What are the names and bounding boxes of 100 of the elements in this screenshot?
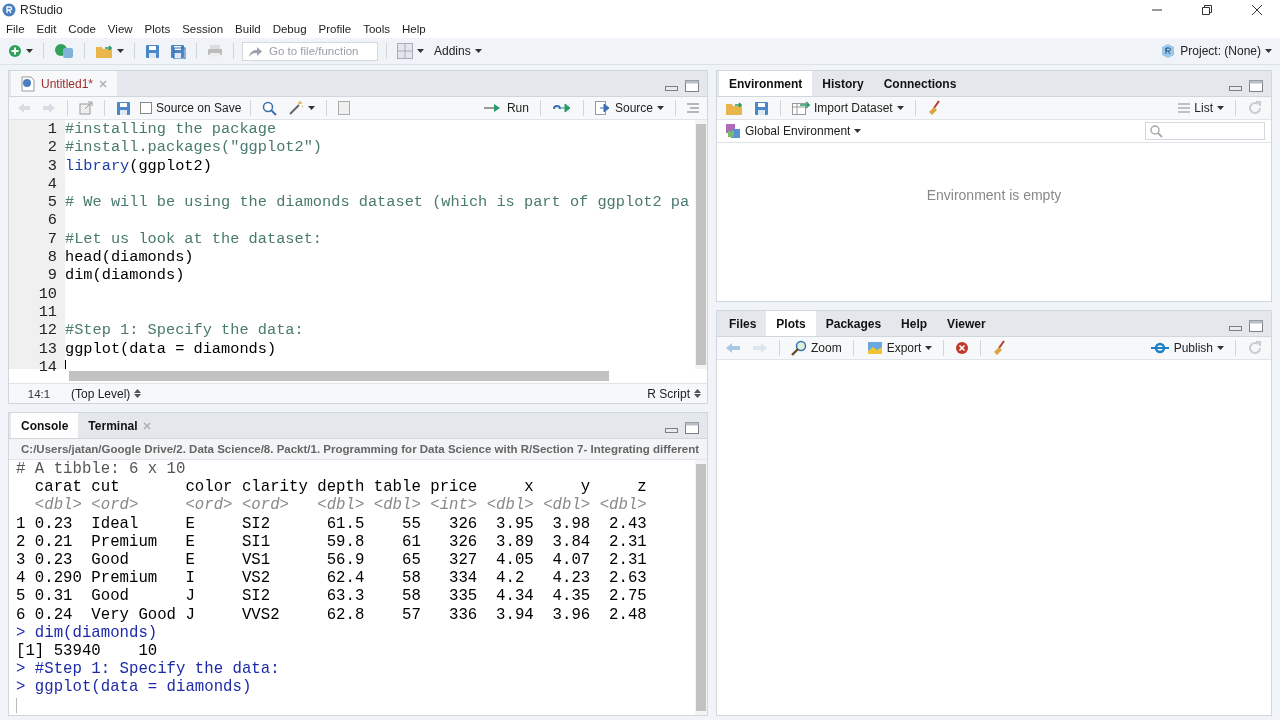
pane-tab[interactable]: Connections [873,71,967,96]
compile-report-button[interactable] [336,101,353,115]
export-button[interactable]: Export [862,341,935,355]
console-line: > dim(diamonds) [16,623,159,642]
run-button[interactable]: Run [480,101,531,115]
console-line: 5 0.31 Good J SI2 63.3 58 335 4.34 4.35 2.75 [16,587,648,606]
line-number: 6 [47,211,57,230]
pane-tab[interactable]: Files [719,311,767,336]
console-line: 6 0.24 Very Good J VVS2 62.8 57 336 3.94 3.96 2.48 [16,605,648,624]
console-line: 1 0.23 Ideal E SI2 61.5 55 326 3.95 3.98 2.43 [16,514,648,533]
scrollbar[interactable] [695,460,707,715]
save-button[interactable] [114,100,133,116]
line-number: 9 [47,266,57,285]
new-project-button[interactable] [52,43,76,59]
pane-tab[interactable]: Viewer [937,311,996,336]
scope-selector[interactable]: (Top Level) [69,386,144,401]
new-file-icon [8,44,22,58]
import-dataset-button[interactable]: Import Dataset [790,101,906,115]
pane-tab[interactable]: Untitled1* [11,71,118,96]
open-file-button[interactable] [93,43,126,59]
search-icon [1150,125,1163,138]
show-in-window-button[interactable] [77,101,95,115]
file-type-selector[interactable]: R Script [645,386,707,401]
menu-item[interactable]: Edit [36,23,57,35]
close-icon[interactable] [99,79,108,88]
save-all-button[interactable] [168,43,188,59]
menu-item[interactable]: Help [402,23,426,35]
window-title: RStudio [20,3,63,17]
line-number: 4 [47,174,57,194]
code-line: # We will be using the diamonds dataset (which is part of ggplot2 pa [65,193,691,212]
menu-item[interactable]: View [107,23,133,35]
console-line: 2 0.21 Premium E SI1 59.8 61 326 3.89 3.84 2.31 [16,532,648,551]
maximize-pane-button[interactable] [683,422,701,434]
publish-icon [1149,341,1170,355]
load-workspace-button[interactable] [723,100,745,116]
search-field[interactable] [1145,122,1265,140]
zoom-button[interactable]: Zoom [789,340,844,356]
view-mode-button[interactable]: List [1176,101,1226,115]
addins-button[interactable]: Addins [432,44,484,58]
pane-layout-button[interactable] [395,43,426,59]
publish-button[interactable]: Publish [1147,341,1226,355]
code-line: ggplot(data = diamonds) [65,339,278,358]
menu-item[interactable]: Plots [144,23,171,35]
scrollbar[interactable] [695,120,707,369]
line-number: 10 [38,284,57,303]
menu-item[interactable]: Session [182,23,224,35]
save-button[interactable] [143,43,162,59]
maximize-pane-button[interactable] [1247,320,1265,332]
source-on-save-checkbox[interactable]: Source on Save [140,101,242,115]
pane-tab[interactable]: Packages [815,311,892,336]
close-icon[interactable] [143,421,152,430]
code-line: library(ggplot2) [65,156,213,175]
up-down-caret-icon [694,389,701,398]
pane-tab[interactable]: Environment [719,71,813,96]
print-icon [207,44,223,58]
source-button[interactable]: Source [592,101,666,115]
refresh-icon [1247,100,1263,116]
load-workspace-icon [725,100,743,116]
console-line: 4 0.290 Premium I VS2 62.4 58 334 4.2 4.23 2.63 [16,569,648,588]
environment-scope-dropdown[interactable]: Global Environment [723,123,864,139]
document-outline-button[interactable] [685,103,701,113]
code-tools-icon [288,100,305,116]
console-line: [1] 53940 10 [16,641,159,661]
pane-tab[interactable]: History [812,71,874,96]
pane-tab[interactable]: Console [11,413,79,438]
line-number: 1 [47,120,57,139]
code-line: dim(diamonds) [65,266,186,285]
project-button[interactable]: Project: (None) [1158,43,1274,59]
pane-tab[interactable]: Terminal [78,413,162,438]
maximize-pane-button[interactable] [683,80,701,92]
menu-item[interactable]: Tools [363,23,390,35]
menu-item[interactable]: Build [235,23,261,35]
pane-tab[interactable]: Plots [766,311,816,336]
menu-item[interactable]: Code [68,23,96,35]
caret-icon [925,346,933,350]
menu-item[interactable]: File [6,23,25,35]
source-icon [594,101,611,115]
save-workspace-icon [754,100,769,116]
maximize-pane-icon [685,422,699,434]
go-to-file-field[interactable]: Go to file/function [242,41,378,61]
caret-icon [308,106,316,110]
show-in-window-icon [79,101,93,115]
save-workspace-button[interactable] [752,100,771,116]
menu-item[interactable]: Profile [318,23,352,35]
restore-icon [1202,5,1212,15]
console-line: 3 0.23 Good E VS1 56.9 65 327 4.05 4.07 2.31 [16,550,648,570]
maximize-pane-button[interactable] [1247,80,1265,92]
close-icon [1252,5,1262,15]
caret-icon [896,106,904,110]
pane-tab[interactable]: Help [891,311,938,336]
caret-icon [1217,106,1224,110]
working-directory-path: C:/Users/jatan/Google Drive/2. Data Science/8. Packt/1. Programming for Data Science with R/Section 7- Integrating different [9,439,707,460]
new-file-button[interactable] [6,44,35,58]
print-button[interactable] [205,44,225,58]
remove-plot-icon [955,341,970,355]
maximize-pane-icon [685,80,699,92]
console-line: # A tibble: 6 x 10 [16,460,186,479]
line-number: 3 [47,156,57,175]
caret-icon [117,49,124,53]
menu-item[interactable]: Debug [272,23,307,35]
